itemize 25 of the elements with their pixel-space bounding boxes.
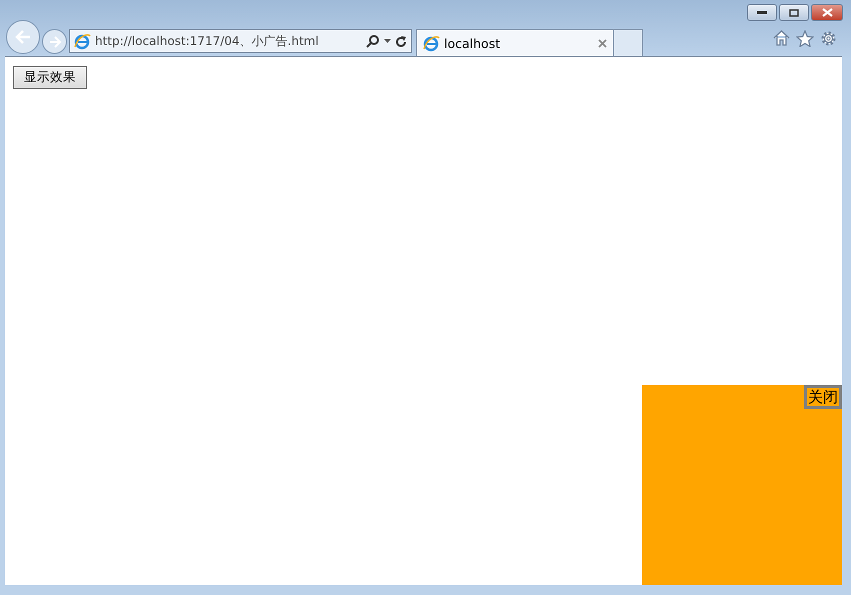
back-arrow-icon xyxy=(14,29,32,45)
back-button[interactable] xyxy=(6,20,40,54)
ad-close-button[interactable]: 关闭 xyxy=(804,385,842,409)
maximize-button[interactable] xyxy=(779,4,809,21)
minimize-icon xyxy=(757,10,767,14)
refresh-icon[interactable] xyxy=(395,34,407,48)
browser-logo-icon xyxy=(423,34,440,52)
home-icon[interactable] xyxy=(773,30,790,46)
forward-arrow-icon xyxy=(48,36,62,48)
minimize-button[interactable] xyxy=(747,4,777,21)
star-icon[interactable] xyxy=(796,30,814,47)
browser-tab[interactable]: localhost xyxy=(416,29,614,56)
browser-logo-icon xyxy=(74,32,91,50)
url-text: http://localhost:1717/04、小广告.html xyxy=(95,32,320,50)
forward-button[interactable] xyxy=(42,29,67,54)
address-bar[interactable]: http://localhost:1717/04、小广告.html xyxy=(69,29,412,53)
show-effect-button[interactable]: 显示效果 xyxy=(13,66,87,89)
new-tab-button[interactable] xyxy=(614,29,643,56)
dropdown-icon[interactable] xyxy=(384,38,391,44)
search-icon[interactable] xyxy=(366,34,380,48)
close-icon xyxy=(822,8,832,17)
close-tab-icon[interactable] xyxy=(598,38,607,48)
maximize-icon xyxy=(789,8,799,16)
settings-icon[interactable] xyxy=(820,30,837,47)
close-button[interactable] xyxy=(811,4,843,21)
